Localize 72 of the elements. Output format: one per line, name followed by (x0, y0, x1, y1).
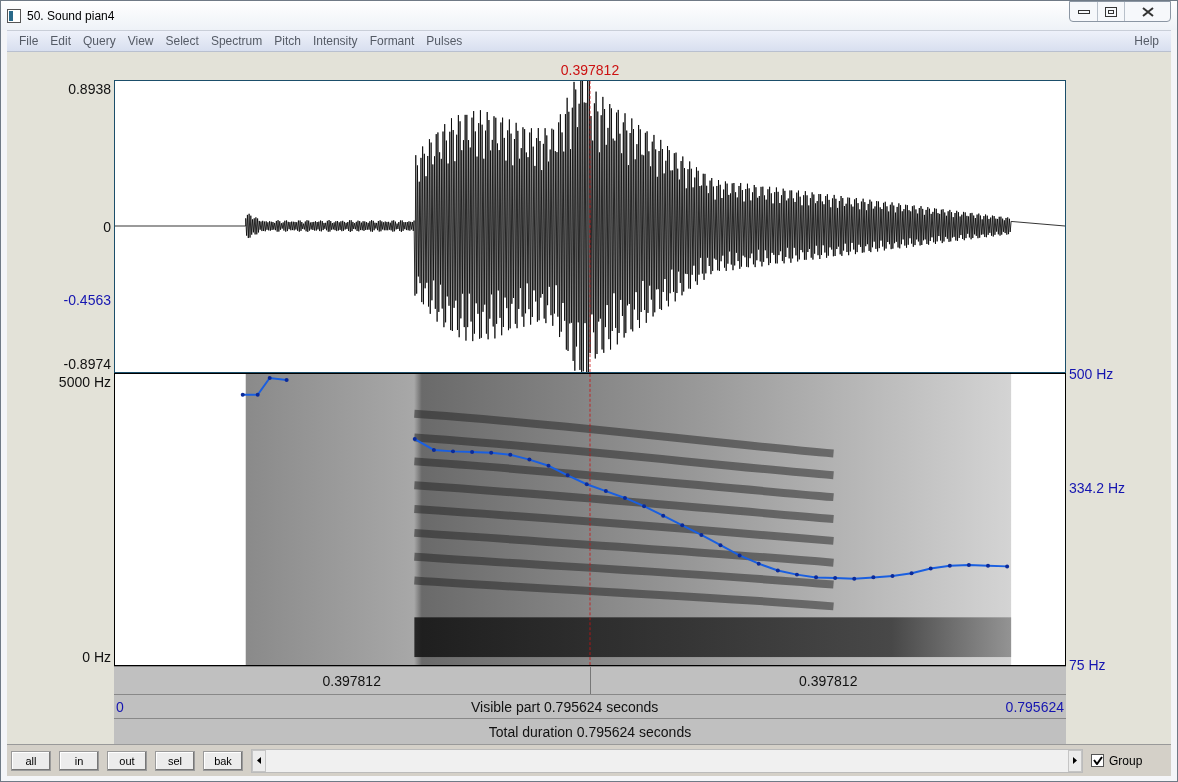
pitch-point (718, 543, 723, 548)
pitch-point (909, 571, 914, 576)
pitch-point (833, 576, 838, 581)
pitch-point (775, 568, 780, 573)
pitch-point (584, 482, 589, 487)
pitch-point (470, 450, 475, 455)
menu-item[interactable]: Edit (44, 34, 78, 48)
group-checkbox[interactable] (1091, 754, 1104, 767)
menu-item[interactable]: Pulses (420, 34, 469, 48)
pitch-point (546, 463, 551, 468)
pitch-point (661, 513, 666, 518)
axis-label: 75 Hz (1069, 657, 1106, 673)
pitch-point (1005, 564, 1010, 569)
pitch-point (928, 566, 933, 571)
axis-label: 500 Hz (1069, 366, 1114, 382)
cursor-time[interactable]: 0.397812 (590, 667, 1066, 694)
zoom-button[interactable]: all (11, 750, 51, 771)
scroll-bar[interactable] (251, 748, 1083, 773)
menu-item[interactable]: View (121, 34, 160, 48)
minimize-icon (1077, 8, 1090, 15)
visible-part-text: Visible part 0.795624 seconds (470, 698, 660, 715)
pitch-point (699, 532, 704, 537)
pitch-point (565, 473, 570, 478)
pitch-point (737, 553, 742, 558)
axis-label: 0.8938 (68, 80, 111, 97)
menu-item[interactable]: Spectrum (204, 34, 269, 48)
menu-item[interactable]: Formant (363, 34, 421, 48)
pitch-point (871, 575, 876, 580)
pitch-point (814, 575, 819, 580)
menu-item[interactable]: File (13, 34, 45, 48)
window-title: 50. Sound pian4 (27, 8, 116, 23)
pitch-point (642, 504, 647, 509)
zoom-button[interactable]: bak (203, 750, 243, 771)
end-time: 0.795624 (1004, 698, 1065, 715)
start-time: 0 (115, 698, 125, 715)
total-duration-text: Total duration 0.795624 seconds (487, 723, 693, 740)
cursor-time: 0.397812 (560, 62, 620, 80)
pitch-point (451, 449, 455, 454)
pitch-point (489, 450, 494, 455)
pitch-point (412, 437, 417, 442)
pitch-point (527, 457, 532, 462)
pitch-fragment-drawing (240, 376, 289, 397)
menu-item[interactable]: Intensity (306, 34, 364, 48)
axis-label: -0.4563 (63, 291, 111, 308)
axis-label: 5000 Hz (58, 373, 111, 390)
pitch-point (680, 523, 685, 528)
pitch-point (603, 489, 608, 494)
menu-item[interactable]: Select (159, 34, 205, 48)
pitch-point (966, 563, 971, 567)
pitch-point (622, 495, 627, 500)
menu-item[interactable]: Query (77, 34, 122, 48)
pitch-point (852, 576, 857, 581)
pitch-point (431, 448, 436, 452)
zoom-button[interactable]: out (107, 750, 147, 771)
menu-item[interactable]: Help (1128, 34, 1165, 48)
close-icon (1141, 6, 1154, 17)
window-icon (7, 8, 21, 23)
zoom-button[interactable]: in (59, 750, 99, 771)
pitch-point (890, 574, 895, 578)
pitch-point (508, 452, 513, 457)
axis-label: 334.2 Hz (1069, 479, 1126, 496)
pitch-point (794, 572, 799, 577)
pitch-point (756, 561, 761, 566)
menu-item[interactable]: Pitch (268, 34, 307, 48)
axis-label: 0 Hz (82, 649, 111, 666)
zoom-button[interactable]: sel (155, 750, 195, 771)
group-label: Group (1109, 753, 1143, 768)
pitch-point (947, 563, 952, 568)
pitch-point (986, 563, 990, 568)
axis-label: 0 (103, 218, 111, 235)
maximize-icon (1105, 6, 1117, 17)
axis-label: -0.8974 (63, 356, 111, 373)
